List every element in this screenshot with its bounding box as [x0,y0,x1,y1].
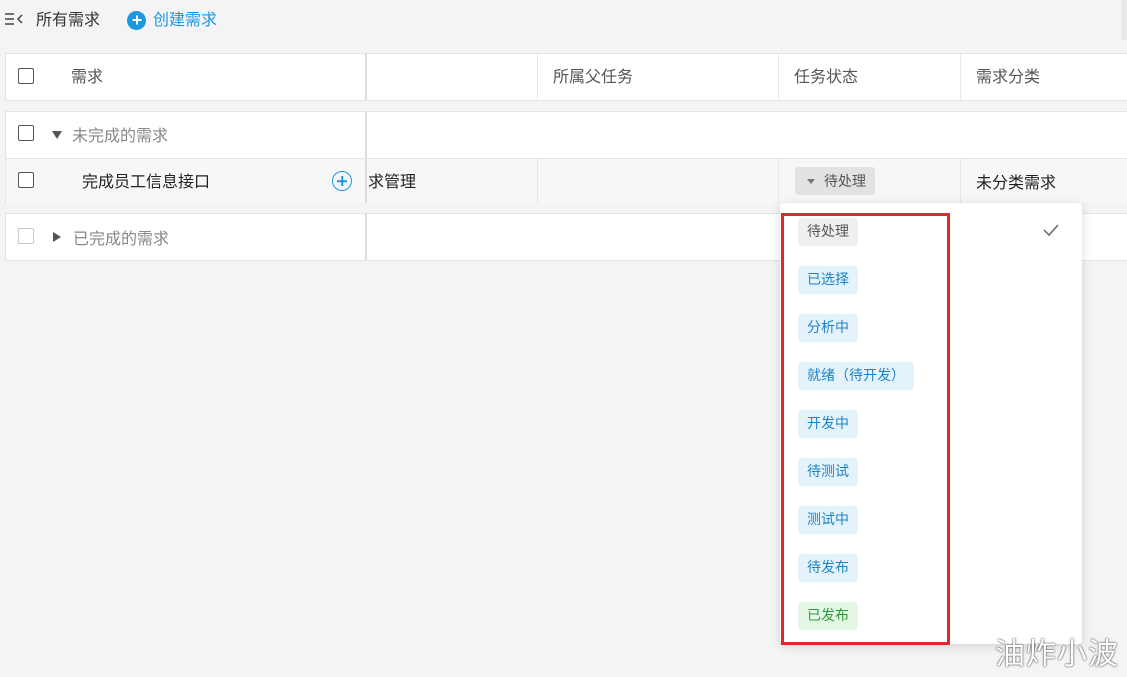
status-dropdown-trigger[interactable]: 待处理 [795,167,875,195]
status-option[interactable]: 就绪（待开发） [780,356,1082,396]
status-chip: 测试中 [798,506,858,534]
column-divider [960,54,961,100]
status-chip: 已发布 [798,602,858,630]
row-checkbox[interactable] [18,172,34,188]
status-chip: 待测试 [798,458,858,486]
create-requirement-label: 创建需求 [153,10,218,29]
column-header-task-status[interactable]: 任务状态 [794,67,858,87]
status-chip: 开发中 [798,410,858,438]
check-icon [1043,224,1059,237]
status-option[interactable]: 分析中 [780,308,1082,348]
status-option[interactable]: 待发布 [780,548,1082,588]
create-requirement-button[interactable]: 创建需求 [127,9,217,31]
toolbar: 所有需求 创建需求 [0,0,1127,40]
status-option[interactable]: 已发布 [780,596,1082,636]
column-header-parent-task[interactable]: 所属父任务 [553,67,633,87]
column-divider [537,54,538,100]
select-all-checkbox[interactable] [18,68,34,84]
project-cell: 求管理 [368,172,417,191]
status-option[interactable]: 已选择 [780,260,1082,300]
table-row[interactable]: 完成员工信息接口 求管理 待处理 未分类需求 [6,158,1127,203]
plus-circle-icon [127,10,146,30]
status-option[interactable]: 待测试 [780,452,1082,492]
column-divider [537,159,538,203]
status-chip: 已选择 [798,266,858,294]
status-chip: 分析中 [798,314,858,342]
watermark: 油炸小波 [995,637,1119,672]
column-divider [960,159,961,203]
frozen-column-divider [365,159,367,203]
collapse-sidebar-icon[interactable] [4,9,24,29]
view-title: 所有需求 [36,10,101,29]
group-label: 已完成的需求 [73,229,170,248]
status-value: 待处理 [824,174,866,190]
group-incomplete: 未完成的需求 完成员工信息接口 求管理 待处理 未分类需求 [5,111,1127,203]
caret-down-icon [807,178,815,184]
frozen-column-divider [365,54,367,100]
column-divider [778,54,779,100]
status-option[interactable]: 待处理 [780,212,1082,252]
table-header: 需求 所属父任务 任务状态 需求分类 [5,53,1127,101]
expand-triangle-icon[interactable] [52,131,62,139]
add-subtask-icon[interactable] [332,171,352,191]
column-divider [778,159,779,203]
expand-triangle-icon[interactable] [53,232,61,242]
category-cell[interactable]: 未分类需求 [976,173,1056,193]
status-chip: 就绪（待开发） [798,362,914,390]
column-header-category[interactable]: 需求分类 [976,67,1040,87]
status-chip: 待处理 [798,218,858,246]
requirement-title[interactable]: 完成员工信息接口 [82,172,210,192]
column-header-requirement[interactable]: 需求 [71,67,103,87]
status-option[interactable]: 开发中 [780,404,1082,444]
status-option[interactable]: 测试中 [780,500,1082,540]
status-dropdown-menu: 待处理 已选择 分析中 就绪（待开发） 开发中 待测试 测试中 待发布 已发布 [780,203,1082,644]
group-checkbox[interactable] [18,125,34,141]
group-label: 未完成的需求 [72,126,169,145]
frozen-column-divider [365,214,367,260]
scrollbar[interactable] [1121,0,1127,40]
status-chip: 待发布 [798,554,858,582]
group-checkbox[interactable] [18,228,34,244]
